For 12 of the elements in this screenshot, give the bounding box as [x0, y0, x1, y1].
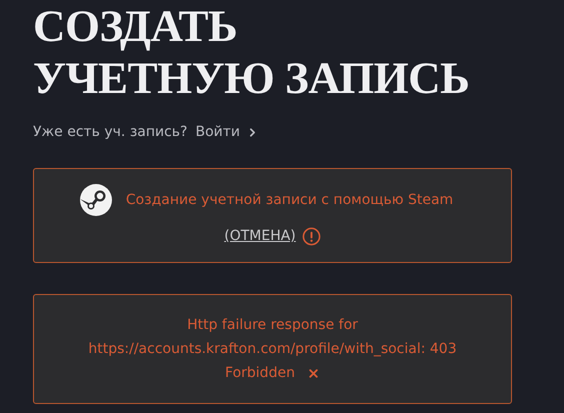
cancel-link[interactable]: (ОТМЕНА)	[224, 226, 296, 247]
steam-logo-icon	[80, 184, 112, 216]
error-message: https://accounts.krafton.com/profile/with_social: 403	[88, 340, 457, 359]
page-title: СОЗДАТЬ	[33, 0, 238, 52]
error-message: Forbidden	[225, 364, 295, 383]
steam-notice-message: Создание учетной записи с помощью Steam	[126, 190, 454, 210]
close-icon[interactable]	[306, 366, 320, 380]
warning-icon	[302, 227, 321, 246]
error-message: Http failure response for	[187, 316, 358, 335]
page-title: УЧЕТНУЮ ЗАПИСЬ	[33, 52, 470, 104]
login-question: Уже есть уч. запись?	[33, 123, 188, 142]
login-link[interactable]: Войти	[196, 122, 260, 143]
